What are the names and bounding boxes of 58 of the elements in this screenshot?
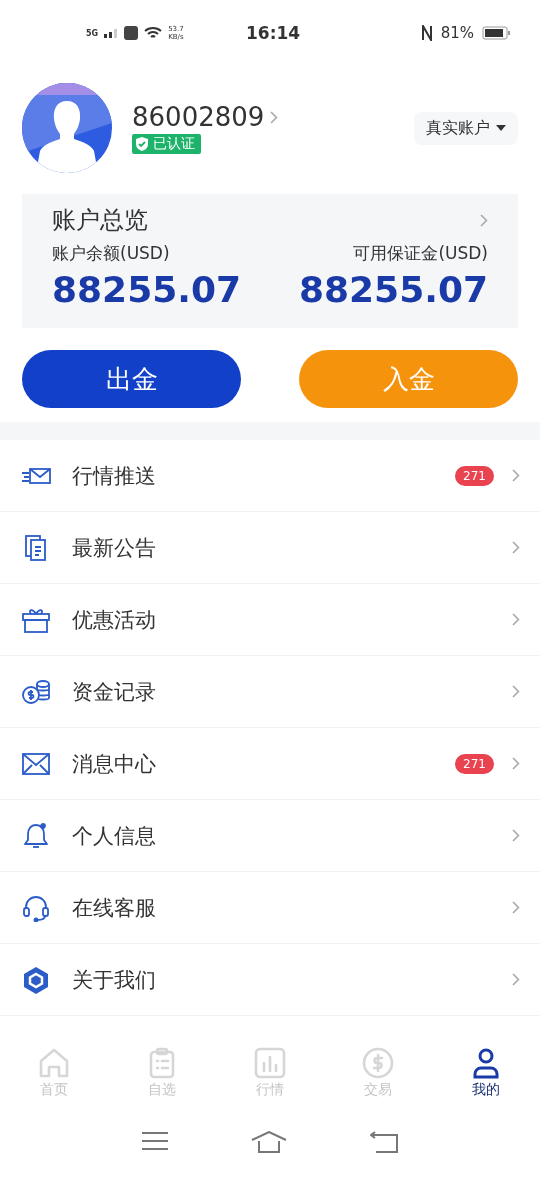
chevron-icon (512, 829, 520, 842)
menu-label: 关于我们 (72, 966, 156, 994)
margin-label: 可用保证金(USD) (353, 242, 488, 265)
chevron-icon (480, 213, 488, 227)
chevron-icon (512, 901, 520, 914)
chevron-icon (270, 110, 279, 124)
clock-time: 16:14 (246, 23, 301, 43)
balance-label: 账户余额(USD) (52, 242, 170, 265)
menu-label: 个人信息 (72, 822, 156, 850)
caret-icon (496, 125, 506, 131)
menu-label: 最新公告 (72, 534, 156, 562)
menu-item[interactable]: 资金记录 (0, 656, 540, 728)
chevron-icon (512, 757, 520, 770)
hexagon-icon (22, 965, 50, 994)
menu-item[interactable]: 行情推送 271 (0, 440, 540, 512)
menu-item[interactable]: 优惠活动 (0, 584, 540, 656)
menu-item[interactable]: 消息中心 271 (0, 728, 540, 800)
nav-tab[interactable]: 我的 (432, 1041, 540, 1111)
margin-value: 88255.07 (298, 269, 488, 310)
home-icon (38, 1047, 70, 1079)
account-type-dropdown[interactable]: 真实账户 (414, 111, 518, 145)
chevron-icon (512, 685, 520, 698)
dollar-coin-icon (362, 1047, 394, 1079)
card-title: 账户总览 (52, 205, 148, 236)
count-badge: 271 (455, 465, 494, 486)
battery-percent: 81% (440, 24, 474, 42)
withdraw-button[interactable]: 出金 (22, 350, 241, 408)
chevron-icon (512, 469, 520, 482)
menu-item[interactable]: 个人信息 (0, 800, 540, 872)
chevron-icon (512, 541, 520, 554)
back-icon[interactable] (370, 1131, 399, 1153)
menu-label: 优惠活动 (72, 606, 156, 634)
coins-icon (21, 678, 51, 705)
account-number[interactable]: 86002809 (132, 102, 265, 132)
network-label: 5G (86, 28, 99, 38)
menu-icon[interactable] (141, 1131, 168, 1151)
count-badge: 271 (455, 753, 494, 774)
home-icon[interactable] (251, 1131, 287, 1153)
chevron-icon (512, 973, 520, 986)
nfc-icon (420, 25, 433, 41)
signal-icon (104, 28, 119, 38)
envelope-icon (22, 752, 50, 775)
menu-item[interactable]: 关于我们 (0, 944, 540, 1016)
menu-item[interactable]: 在线客服 (0, 872, 540, 944)
wifi-icon (144, 26, 163, 40)
menu-label: 消息中心 (72, 750, 156, 778)
bell-icon (22, 821, 50, 850)
menu-label: 在线客服 (72, 894, 156, 922)
menu-label: 行情推送 (72, 462, 156, 490)
chevron-icon (512, 613, 520, 626)
headset-icon (22, 893, 50, 922)
verified-badge: 已认证 (132, 134, 201, 154)
account-overview-card[interactable]: 账户总览 账户余额(USD) 可用保证金(USD) 88255.07 88255.07 (22, 194, 518, 328)
menu-label: 资金记录 (72, 678, 156, 706)
menu-item[interactable]: 最新公告 (0, 512, 540, 584)
battery-icon (482, 26, 510, 40)
bar-chart-icon (254, 1047, 286, 1079)
balance-value: 88255.07 (52, 269, 242, 310)
